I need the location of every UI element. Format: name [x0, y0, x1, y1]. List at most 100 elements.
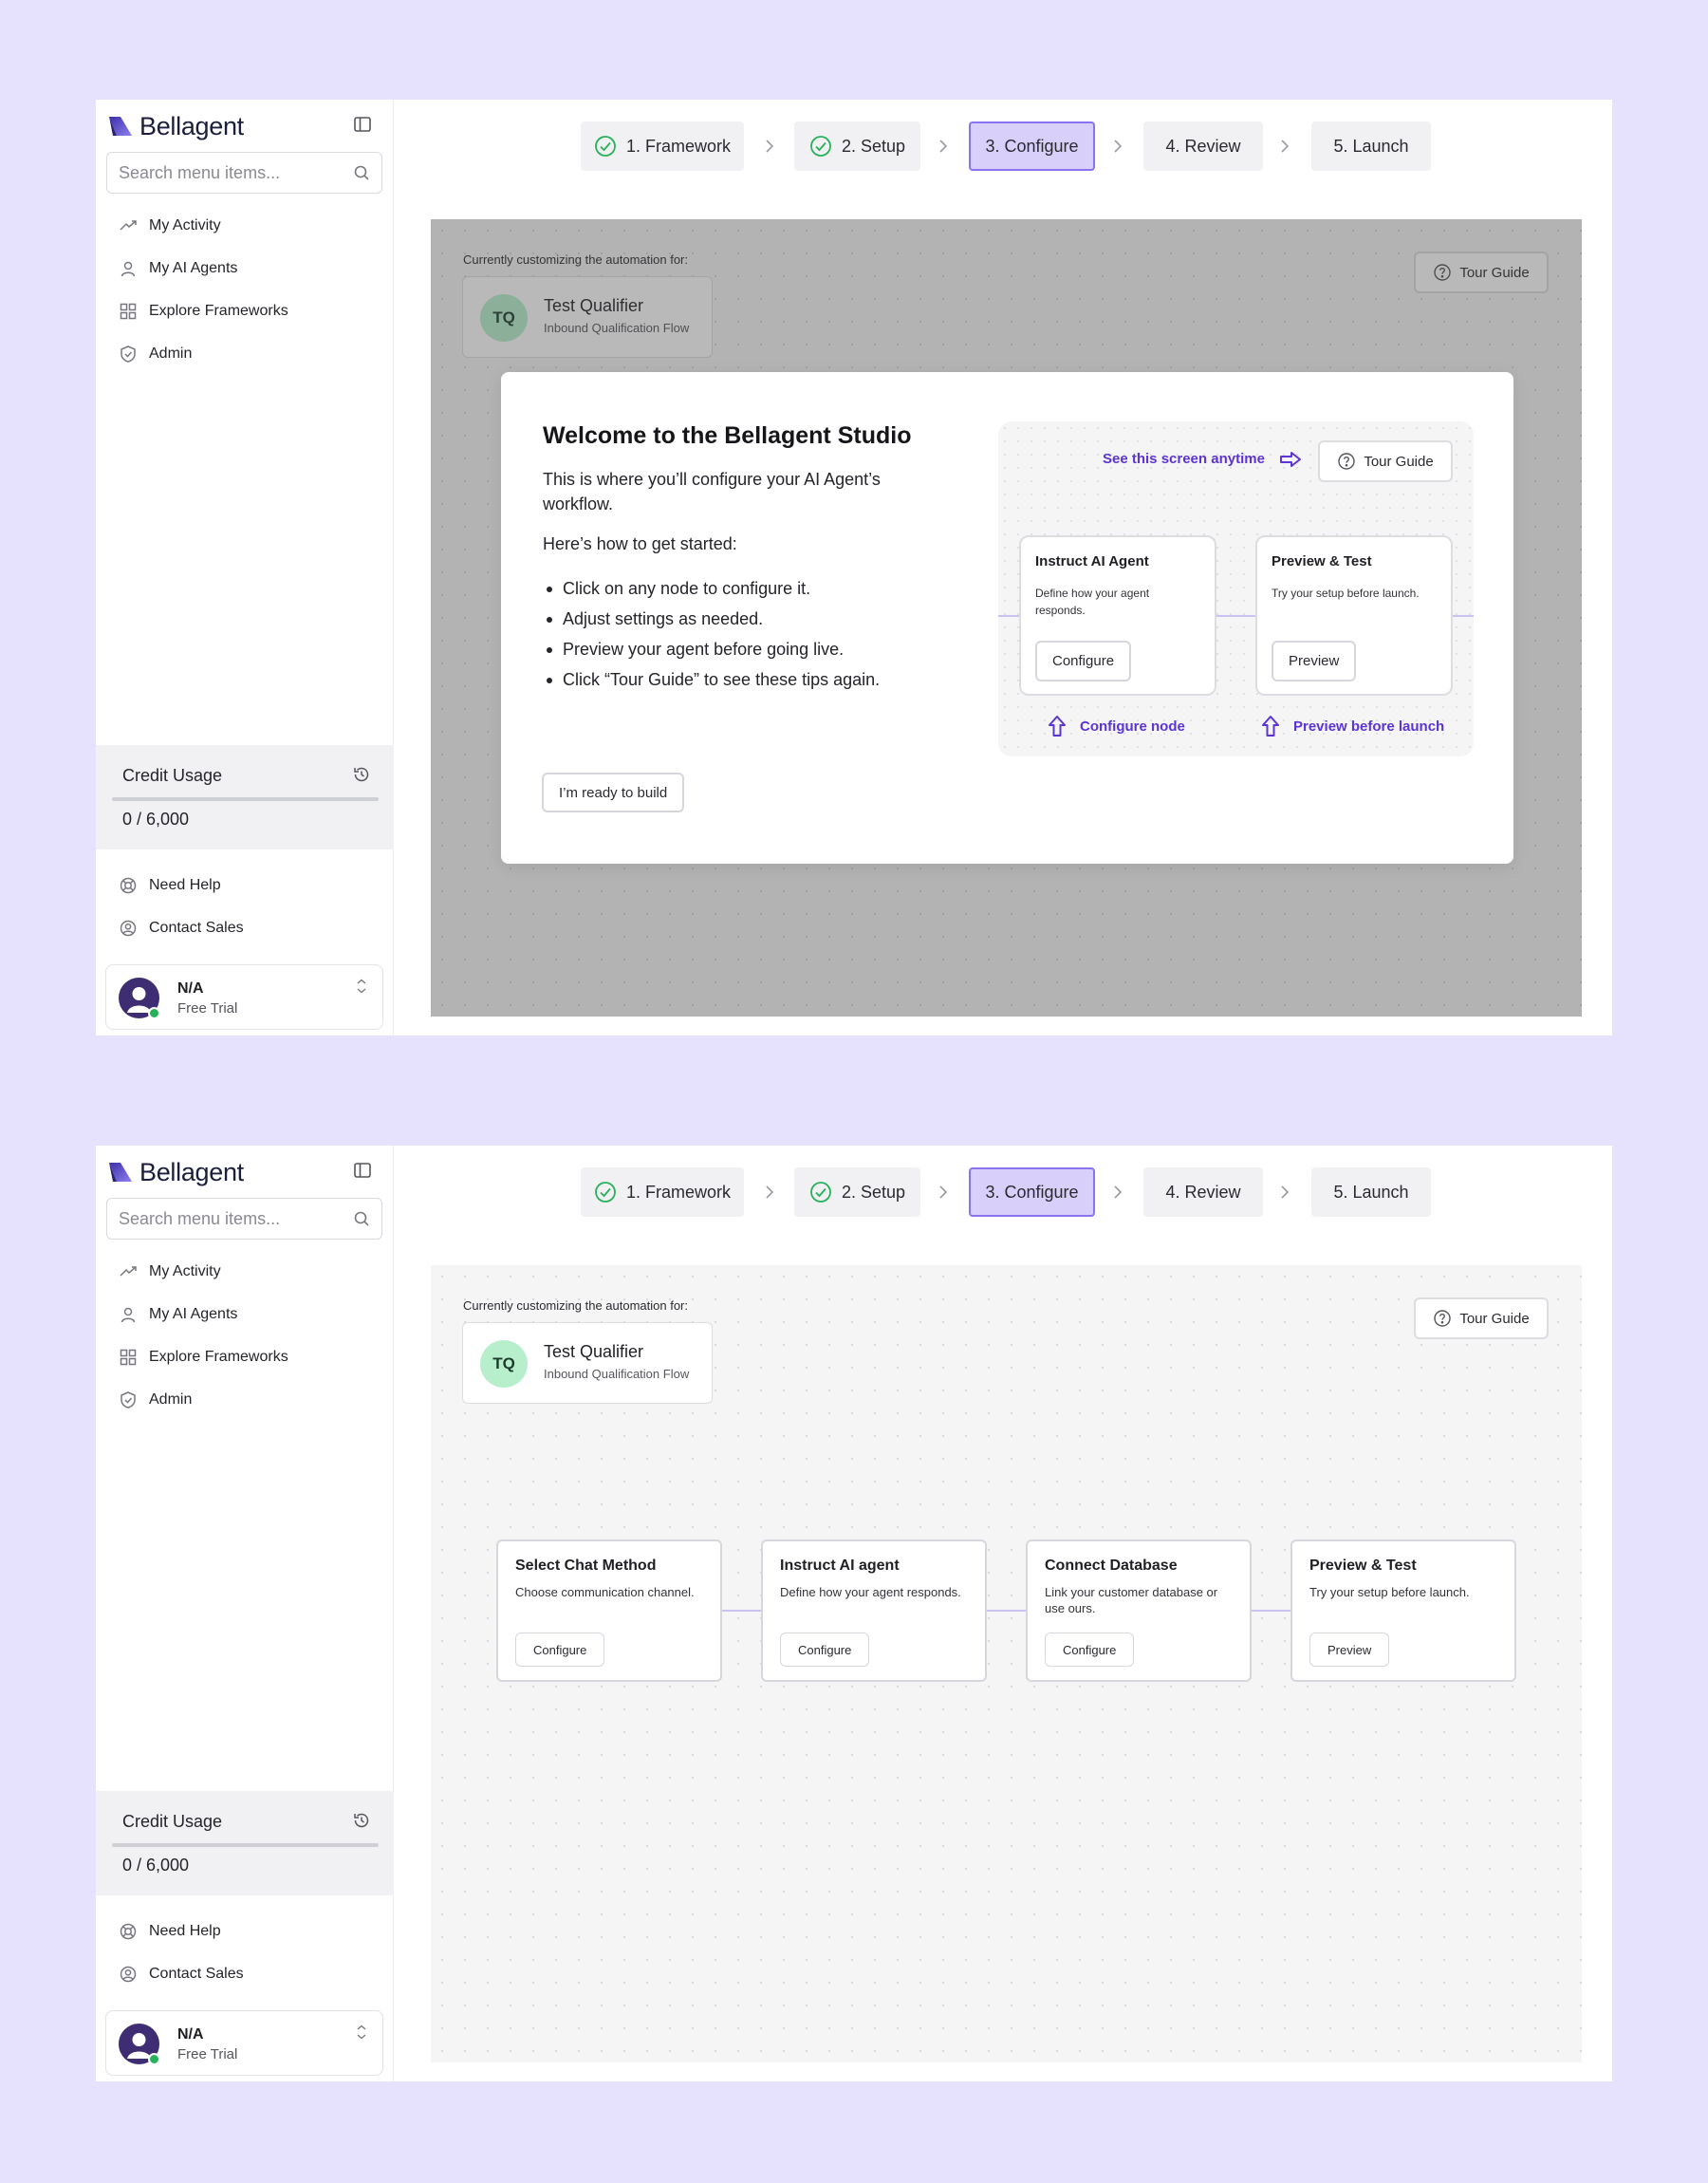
step-framework[interactable]: 1. Framework — [581, 1167, 744, 1217]
agent-initials-avatar: TQ — [480, 1340, 528, 1388]
tour-hint-text: See this screen anytime — [1103, 451, 1265, 467]
tour-preview-illustration: See this screen anytime Tour Guide Instr… — [998, 421, 1474, 756]
connector-line — [1249, 1610, 1290, 1612]
step-label: 1. Framework — [625, 1182, 732, 1202]
chevron-up-down-icon[interactable] — [355, 978, 368, 995]
sidebar-item-my-activity[interactable]: My Activity — [96, 1250, 394, 1293]
lifebuoy-icon — [120, 877, 137, 893]
preview-button[interactable]: Preview — [1309, 1633, 1390, 1667]
caption-text: Configure node — [1080, 718, 1185, 735]
agent-name: Test Qualifier — [544, 1342, 644, 1361]
chevron-right-icon — [939, 1185, 948, 1199]
history-icon[interactable] — [352, 1811, 371, 1830]
caption-preview-before-launch: Preview before launch — [1261, 715, 1444, 737]
search-input[interactable] — [119, 1208, 353, 1229]
step-setup[interactable]: 2. Setup — [794, 121, 920, 171]
chevron-right-icon — [1281, 1185, 1290, 1199]
sidebar-item-contact-sales[interactable]: Contact Sales — [96, 906, 394, 949]
trend-icon — [120, 1265, 137, 1277]
sidebar-item-admin[interactable]: Admin — [96, 332, 394, 375]
node-title: Select Chat Method — [515, 1558, 657, 1574]
search-input[interactable] — [119, 162, 353, 183]
node-instruct-ai-agent[interactable]: Instruct AI agent Define how your agent … — [761, 1539, 987, 1682]
lifebuoy-icon — [120, 1923, 137, 1939]
trend-icon — [120, 219, 137, 231]
configure-button[interactable]: Configure — [515, 1633, 605, 1667]
sidebar-item-my-ai-agents[interactable]: My AI Agents — [96, 247, 394, 289]
sidebar-item-label: Admin — [149, 345, 193, 362]
agent-flow: Inbound Qualification Flow — [544, 1367, 690, 1381]
sidebar-item-my-ai-agents[interactable]: My AI Agents — [96, 1293, 394, 1335]
shield-icon — [121, 345, 136, 363]
node-title: Connect Database — [1045, 1558, 1178, 1574]
workflow-canvas: Currently customizing the automation for… — [431, 1265, 1582, 2062]
brand[interactable]: Bellagent — [107, 1157, 244, 1187]
grid-icon — [120, 303, 137, 319]
check-circle-icon — [810, 136, 831, 157]
help-links: Need Help Contact Sales — [96, 1910, 394, 1995]
sidebar-item-my-activity[interactable]: My Activity — [96, 204, 394, 247]
configure-button[interactable]: Configure — [1035, 641, 1132, 681]
search-icon — [354, 1211, 369, 1226]
step-launch[interactable]: 5. Launch — [1311, 121, 1431, 171]
check-circle-icon — [595, 136, 616, 157]
node-title: Instruct AI agent — [780, 1558, 900, 1574]
chevron-right-icon — [1114, 140, 1123, 153]
sidebar-item-label: My AI Agents — [149, 1305, 238, 1322]
brand-name: Bellagent — [139, 111, 244, 140]
brand[interactable]: Bellagent — [107, 111, 244, 141]
help-links: Need Help Contact Sales — [96, 864, 394, 949]
step-review[interactable]: 4. Review — [1143, 1167, 1263, 1217]
preview-node-instruct-ai-agent[interactable]: Instruct AI Agent Define how your agent … — [1019, 535, 1216, 696]
sidebar-item-label: Need Help — [149, 876, 221, 893]
sidebar-item-admin[interactable]: Admin — [96, 1378, 394, 1421]
chevron-up-down-icon[interactable] — [355, 2024, 368, 2041]
node-preview-test[interactable]: Preview & Test Try your setup before lau… — [1290, 1539, 1516, 1682]
studio-screen-workflow: Bellagent My Activity My AI Agents Explo… — [96, 1146, 1612, 2081]
step-label: 5. Launch — [1333, 136, 1409, 156]
step-label: 3. Configure — [985, 1182, 1079, 1202]
menu-search[interactable] — [106, 152, 382, 194]
sidebar-item-explore-frameworks[interactable]: Explore Frameworks — [96, 289, 394, 332]
step-launch[interactable]: 5. Launch — [1311, 1167, 1431, 1217]
online-status-dot — [148, 2053, 160, 2065]
node-connect-database[interactable]: Connect Database Link your customer data… — [1026, 1539, 1252, 1682]
sidebar-item-label: Explore Frameworks — [149, 1348, 288, 1365]
history-icon[interactable] — [352, 765, 371, 784]
user-account-switcher[interactable]: N/A Free Trial — [105, 2010, 383, 2076]
sidebar-item-explore-frameworks[interactable]: Explore Frameworks — [96, 1335, 394, 1378]
search-icon — [354, 165, 369, 180]
preview-node-preview-test[interactable]: Preview & Test Try your setup before lau… — [1255, 535, 1453, 696]
sidebar-nav: My Activity My AI Agents Explore Framewo… — [96, 1250, 394, 1421]
step-setup[interactable]: 2. Setup — [794, 1167, 920, 1217]
node-description: Try your setup before launch. — [1309, 1585, 1470, 1599]
configure-button[interactable]: Configure — [1045, 1633, 1135, 1667]
credit-usage-value: 0 / 6,000 — [122, 810, 190, 829]
caption-text: Preview before launch — [1293, 718, 1445, 735]
sidebar-item-need-help[interactable]: Need Help — [96, 1910, 394, 1952]
brand-name: Bellagent — [139, 1157, 244, 1186]
sidebar-item-need-help[interactable]: Need Help — [96, 864, 394, 906]
step-review[interactable]: 4. Review — [1143, 121, 1263, 171]
credit-usage-value: 0 / 6,000 — [122, 1856, 190, 1875]
step-configure[interactable]: 3. Configure — [969, 121, 1095, 171]
menu-search[interactable] — [106, 1198, 382, 1240]
preview-button[interactable]: Preview — [1272, 641, 1357, 681]
sidebar-item-label: Contact Sales — [149, 1965, 244, 1982]
modal-tips-list: Click on any node to configure it. Adjus… — [543, 579, 880, 700]
node-title: Preview & Test — [1272, 553, 1372, 569]
step-label: 1. Framework — [625, 136, 732, 156]
ready-to-build-button[interactable]: I’m ready to build — [542, 773, 685, 812]
tour-guide-button[interactable]: Tour Guide — [1414, 1297, 1549, 1339]
chevron-right-icon — [766, 1185, 774, 1199]
user-account-switcher[interactable]: N/A Free Trial — [105, 964, 383, 1030]
step-framework[interactable]: 1. Framework — [581, 121, 744, 171]
node-title: Instruct AI Agent — [1035, 553, 1149, 569]
node-select-chat-method[interactable]: Select Chat Method Choose communication … — [496, 1539, 722, 1682]
sidebar-collapse-icon[interactable] — [353, 115, 372, 134]
sidebar-item-contact-sales[interactable]: Contact Sales — [96, 1952, 394, 1995]
step-configure[interactable]: 3. Configure — [969, 1167, 1095, 1217]
sidebar-collapse-icon[interactable] — [353, 1161, 372, 1180]
configure-button[interactable]: Configure — [780, 1633, 870, 1667]
tour-guide-button[interactable]: Tour Guide — [1318, 440, 1453, 482]
